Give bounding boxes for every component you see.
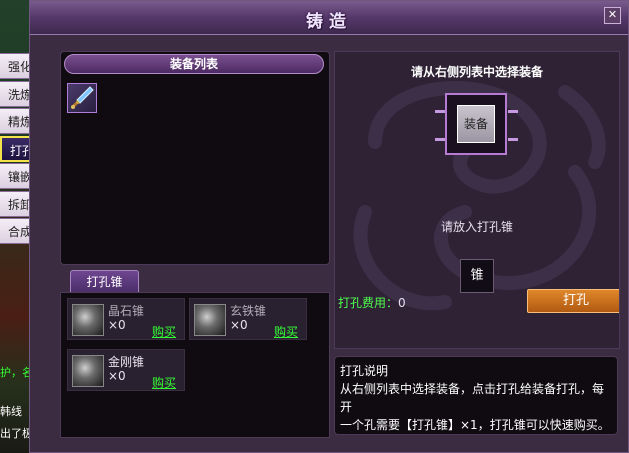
- equipment-socket[interactable]: 装备: [445, 93, 507, 155]
- punch-workspace: 请从右侧列表中选择装备 装备 请放入打孔锥 锥 打孔费用：0 打孔: [334, 51, 620, 349]
- socket-ornament-left: [435, 110, 445, 113]
- drill-name: 金刚锥: [108, 355, 145, 369]
- iron-drill-icon: [194, 304, 226, 336]
- diamond-drill-icon: [72, 355, 104, 387]
- forge-window: 铸造 ✕ 装备列表 打孔锥 晶石锥 ×0 购买 玄铁锥 ×0 购买 金刚锥 ×0…: [29, 0, 629, 453]
- drill-name: 玄铁锥: [230, 304, 267, 318]
- crystal-drill-icon: [72, 304, 104, 336]
- drill-name: 晶石锥: [108, 304, 145, 318]
- socket-ornament-right: [508, 138, 518, 141]
- socket-ornament-left: [435, 138, 445, 141]
- punch-button[interactable]: 打孔: [527, 289, 619, 313]
- buy-link[interactable]: 购买: [152, 374, 176, 391]
- help-line-1: 从右侧列表中选择装备，点击打孔给装备打孔，每开: [340, 382, 605, 414]
- buy-link[interactable]: 购买: [152, 323, 176, 340]
- window-title: 铸造: [306, 12, 352, 32]
- drill-item-crystal[interactable]: 晶石锥 ×0 购买: [67, 298, 185, 340]
- drill-count: ×0: [108, 369, 126, 383]
- drill-socket[interactable]: 锥: [460, 259, 494, 293]
- equipment-slot[interactable]: [67, 83, 97, 113]
- sword-item-icon: [71, 86, 94, 109]
- drill-list-panel: 晶石锥 ×0 购买 玄铁锥 ×0 购买 金刚锥 ×0 购买: [60, 292, 330, 438]
- window-titlebar[interactable]: 铸造 ✕: [30, 1, 628, 35]
- drill-tab[interactable]: 打孔锥: [70, 270, 139, 293]
- drill-count: ×0: [230, 318, 248, 332]
- drill-item-iron[interactable]: 玄铁锥 ×0 购买: [189, 298, 307, 340]
- equipment-list-panel: 装备列表: [60, 51, 330, 265]
- help-line-2: 一个孔需要【打孔锥】×1，打孔锥可以快速购买。: [340, 418, 610, 432]
- instruction-text: 请从右侧列表中选择装备: [410, 65, 543, 79]
- drill-item-diamond[interactable]: 金刚锥 ×0 购买: [67, 349, 185, 391]
- drill-count: ×0: [108, 318, 126, 332]
- scene-text-2: 韩线: [0, 405, 22, 418]
- socket-ornament-right: [508, 110, 518, 113]
- place-drill-prompt: 请放入打孔锥: [440, 220, 513, 234]
- help-box: 打孔说明 从右侧列表中选择装备，点击打孔给装备打孔，每开 一个孔需要【打孔锥】×…: [334, 356, 618, 435]
- punch-fee-value: 0: [398, 296, 406, 310]
- close-button[interactable]: ✕: [604, 7, 621, 24]
- buy-link[interactable]: 购买: [274, 323, 298, 340]
- punch-fee-label: 打孔费用：: [338, 296, 399, 310]
- equipment-socket-label: 装备: [457, 105, 495, 143]
- punch-fee: 打孔费用：0: [338, 294, 406, 311]
- help-title: 打孔说明: [340, 364, 389, 378]
- equipment-list-header: 装备列表: [64, 54, 324, 74]
